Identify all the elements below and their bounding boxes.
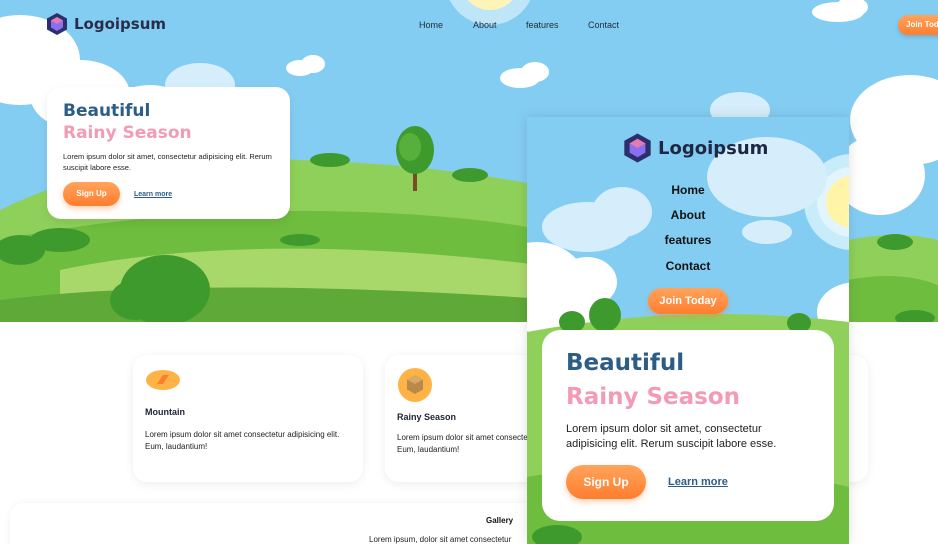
- feature-card-mountain: Mountain Lorem ipsum dolor sit amet cons…: [133, 355, 363, 482]
- gallery-title: Gallery: [486, 516, 514, 525]
- mobile-brand-logo[interactable]: Logoipsum: [623, 132, 768, 164]
- hero-title-line1: Beautiful: [566, 350, 685, 376]
- mountain-feature-icon: [146, 370, 180, 390]
- hero-title-line2: Rainy Season: [566, 384, 741, 410]
- nav-item-features[interactable]: features: [526, 20, 559, 30]
- hero-card: Beautiful Rainy Season Lorem ipsum dolor…: [47, 87, 290, 219]
- brand-name: Logoipsum: [658, 137, 769, 159]
- hexagon-box-icon: [398, 368, 432, 402]
- hero-title-line2: Rainy Season: [63, 123, 192, 143]
- brand-logo[interactable]: Logoipsum: [46, 12, 166, 36]
- mobile-nav-item-features[interactable]: features: [527, 233, 849, 247]
- mobile-preview: Logoipsum Home About features Contact Jo…: [527, 117, 849, 544]
- join-today-button[interactable]: Join Today: [898, 15, 938, 35]
- nav-item-about[interactable]: About: [473, 20, 497, 30]
- mobile-nav-item-about[interactable]: About: [527, 208, 849, 222]
- brand-name: Logoipsum: [74, 15, 167, 33]
- mobile-join-today-button[interactable]: Join Today: [648, 288, 728, 314]
- nav-item-contact[interactable]: Contact: [588, 20, 619, 30]
- hero-description: Lorem ipsum dolor sit amet, consectetur …: [566, 423, 777, 450]
- learn-more-link[interactable]: Learn more: [134, 191, 172, 198]
- feature-title: Mountain: [145, 407, 185, 417]
- mobile-nav-item-contact[interactable]: Contact: [527, 259, 849, 273]
- feature-description: Lorem ipsum dolor sit amet consectetur a…: [145, 430, 340, 451]
- mobile-sign-up-button[interactable]: Sign Up: [566, 465, 646, 499]
- mobile-learn-more-link[interactable]: Learn more: [668, 476, 728, 488]
- mobile-hero-card: Beautiful Rainy Season Lorem ipsum dolor…: [542, 330, 834, 521]
- gallery-section: Gallery Lorem ipsum, dolor sit amet cons…: [10, 503, 570, 544]
- mobile-nav-item-home[interactable]: Home: [527, 183, 849, 197]
- hexagon-logo-icon: [47, 13, 67, 35]
- nav-item-home[interactable]: Home: [419, 20, 443, 30]
- hero-title-line1: Beautiful: [63, 101, 151, 121]
- gallery-description: Lorem ipsum, dolor sit amet consectetur: [369, 535, 512, 544]
- sign-up-button[interactable]: Sign Up: [63, 182, 120, 206]
- hexagon-logo-icon: [624, 133, 651, 163]
- page: Logoipsum Home About features Contact Jo…: [0, 0, 938, 544]
- hero-description: Lorem ipsum dolor sit amet, consectetur …: [63, 152, 272, 172]
